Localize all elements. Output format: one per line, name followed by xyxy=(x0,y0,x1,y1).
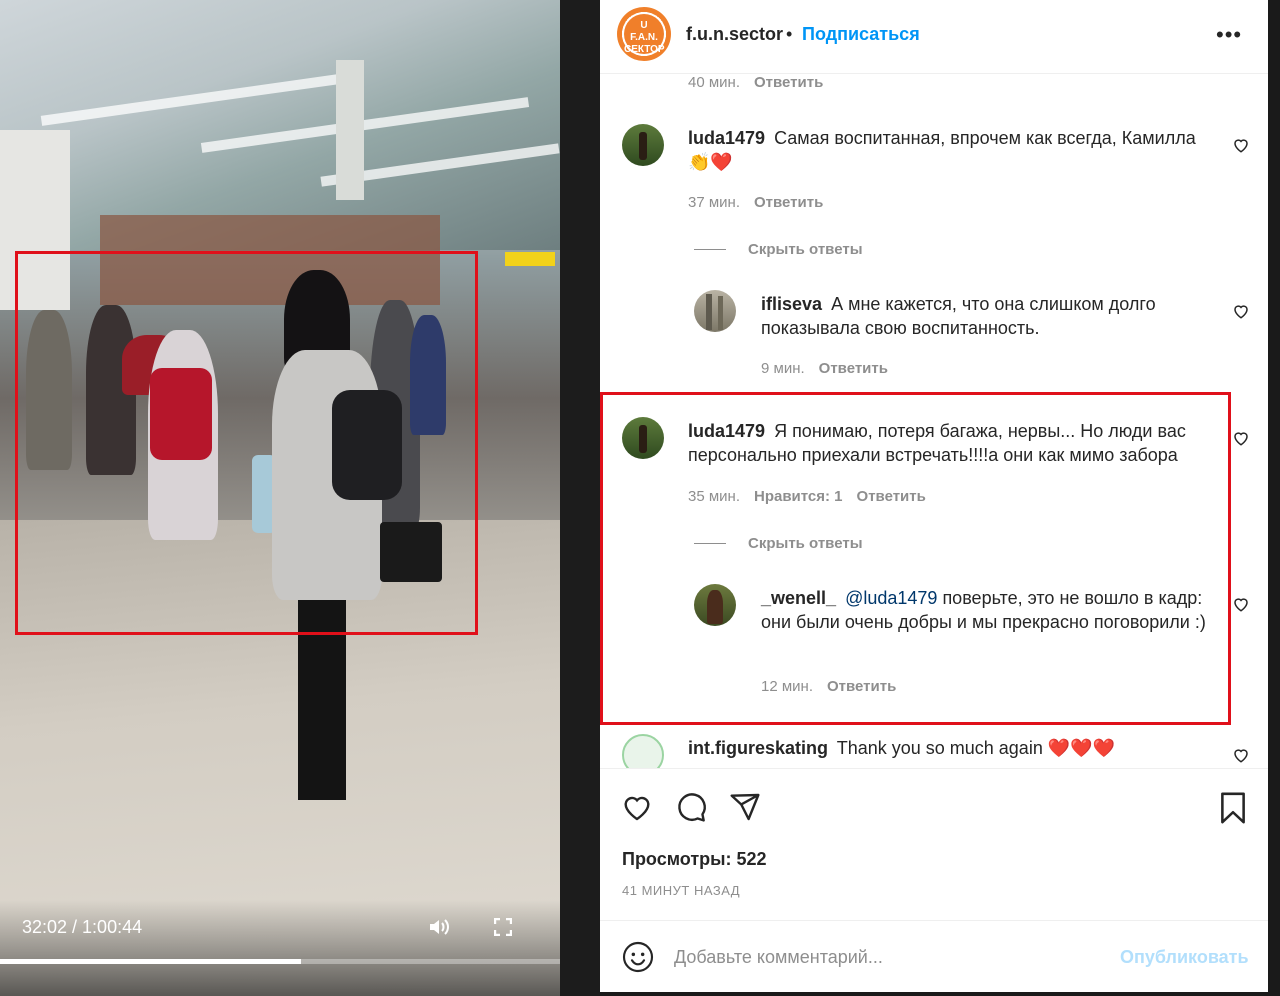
like-heart-icon[interactable] xyxy=(1232,429,1250,447)
author-username[interactable]: f.u.n.sector xyxy=(686,24,783,45)
views-count[interactable]: Просмотры: 522 xyxy=(622,849,767,870)
video-frame-sign xyxy=(505,252,555,266)
video-progress-bar[interactable] xyxy=(0,959,560,964)
like-heart-icon[interactable] xyxy=(1232,746,1250,764)
comment-time: 9 мин. xyxy=(761,360,805,377)
highlight-box-video xyxy=(15,251,478,635)
comment-time: 37 мин. xyxy=(688,194,740,211)
author-avatar-logo: U F.A.N. СЕКТОР xyxy=(624,14,665,55)
hide-replies-button[interactable]: Скрыть ответы xyxy=(748,241,863,258)
video-frame-pillar xyxy=(336,60,364,200)
comment-text: Thank you so much again xyxy=(836,738,1043,758)
like-heart-icon[interactable] xyxy=(1232,136,1250,154)
comment-icon[interactable] xyxy=(674,791,708,823)
comment-meta: 40 мин. Ответить xyxy=(688,74,823,91)
comment-emoji: 👏❤️ xyxy=(688,152,733,172)
video-time-label: 32:02 / 1:00:44 xyxy=(22,917,143,937)
highlight-box-comments xyxy=(600,392,1231,725)
commenter-avatar[interactable] xyxy=(622,734,664,768)
author-avatar[interactable]: U F.A.N. СЕКТОР xyxy=(617,7,671,61)
more-options-button[interactable]: ••• xyxy=(1216,22,1242,48)
like-icon[interactable] xyxy=(620,791,654,823)
backdrop-strip xyxy=(560,0,600,996)
commenter-avatar[interactable] xyxy=(622,124,664,166)
video-player[interactable]: 32:02 / 1:00:44 xyxy=(0,0,560,996)
comment-username[interactable]: ifliseva xyxy=(761,294,822,314)
volume-icon[interactable] xyxy=(428,917,450,941)
add-comment-bar: Опубликовать xyxy=(600,920,1268,992)
follow-button[interactable]: Подписаться xyxy=(802,24,920,45)
like-heart-icon[interactable] xyxy=(1232,595,1250,613)
video-controls xyxy=(0,900,560,996)
comment-meta: 9 мин. Ответить xyxy=(761,360,888,377)
share-icon[interactable] xyxy=(728,791,762,823)
comment-c1r1: ifliseva А мне кажется, что она слишком … xyxy=(761,292,1221,340)
posted-time: 41 МИНУТ НАЗАД xyxy=(622,883,741,898)
video-progress-fill xyxy=(0,959,301,964)
post-actions: Просмотры: 522 41 МИНУТ НАЗАД xyxy=(600,768,1268,918)
emoji-icon[interactable] xyxy=(622,941,654,973)
comment-emoji: ❤️❤️❤️ xyxy=(1047,738,1116,758)
comment-time: 40 мин. xyxy=(688,74,740,91)
reply-button[interactable]: Ответить xyxy=(754,74,823,91)
like-heart-icon[interactable] xyxy=(1232,302,1250,320)
commenter-avatar[interactable] xyxy=(694,290,736,332)
fullscreen-icon[interactable] xyxy=(493,917,513,940)
replies-divider xyxy=(694,249,726,250)
comment-username[interactable]: int.figureskating xyxy=(688,738,828,758)
video-frame-ceiling xyxy=(0,0,560,250)
comment-text: Самая воспитанная, впрочем как всегда, К… xyxy=(774,128,1196,148)
reply-button[interactable]: Ответить xyxy=(819,360,888,377)
reply-button[interactable]: Ответить xyxy=(754,194,823,211)
comment-meta: 37 мин. Ответить xyxy=(688,194,823,211)
comment-c1: luda1479 Самая воспитанная, впрочем как … xyxy=(688,126,1218,174)
comment-input[interactable] xyxy=(674,941,1094,973)
bookmark-icon[interactable] xyxy=(1216,791,1250,825)
comment-username[interactable]: luda1479 xyxy=(688,128,765,148)
comment-c3: int.figureskating Thank you so much agai… xyxy=(688,736,1218,760)
post-header: U F.A.N. СЕКТОР f.u.n.sector • Подписаться… xyxy=(600,0,1268,74)
separator-dot: • xyxy=(786,24,793,44)
post-panel: U F.A.N. СЕКТОР f.u.n.sector • Подписаться… xyxy=(600,0,1268,992)
publish-button[interactable]: Опубликовать xyxy=(1120,947,1249,968)
